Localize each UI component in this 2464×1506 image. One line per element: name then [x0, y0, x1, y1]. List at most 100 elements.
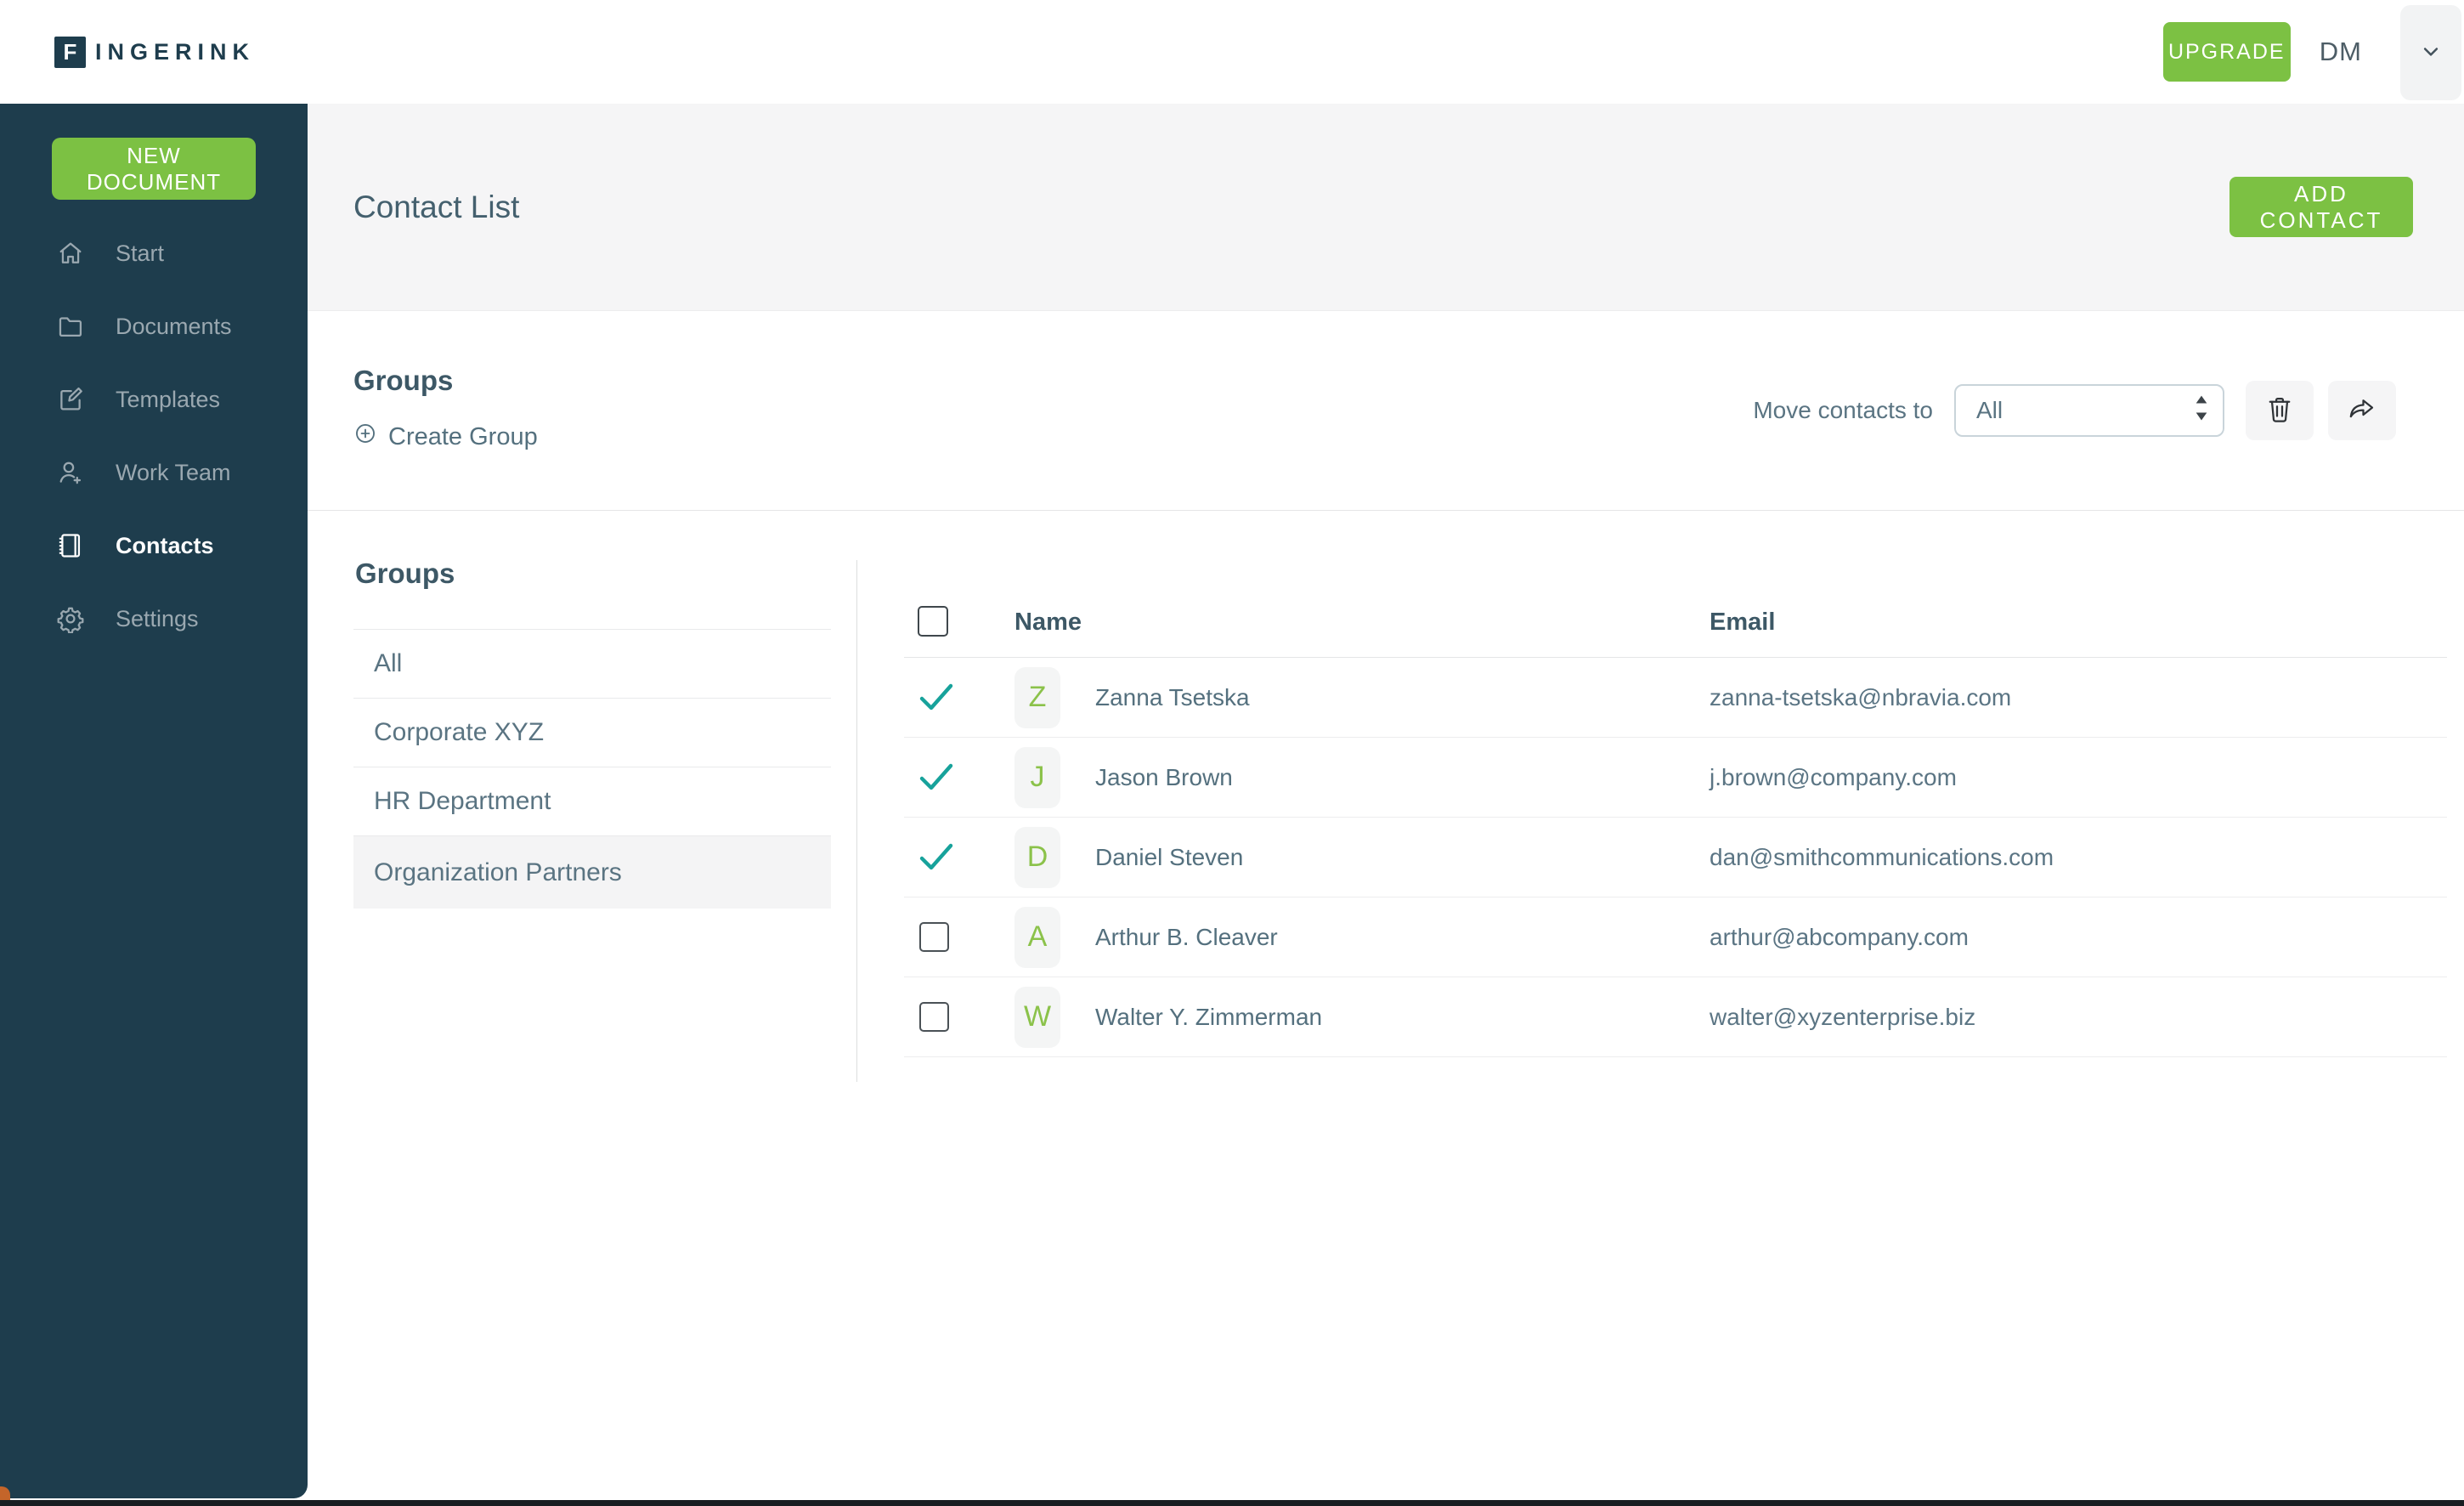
- sidebar-item-label: Settings: [116, 605, 199, 631]
- checkmark-icon[interactable]: [918, 681, 955, 715]
- row-checkbox[interactable]: [919, 922, 949, 952]
- row-check-cell: [918, 922, 1014, 952]
- window-bottom-edge: [0, 1500, 2464, 1506]
- avatar-cell: J: [1014, 746, 1095, 808]
- groups-toolbar-right: Move contacts to All: [1753, 381, 2396, 440]
- avatar-cell: Z: [1014, 666, 1095, 728]
- contact-name: Zanna Tsetska: [1095, 683, 1250, 711]
- address-book-icon: [56, 531, 85, 560]
- topbar-right: UPGRADE DM: [2162, 22, 2362, 82]
- contacts-section: Groups All Corporate XYZ HR Department O…: [308, 511, 2464, 1497]
- group-item-corporate-xyz[interactable]: Corporate XYZ: [353, 699, 831, 767]
- contact-name: Daniel Steven: [1095, 843, 1244, 870]
- topbar: F INGERINK UPGRADE DM: [0, 0, 2464, 104]
- avatar: Z: [1014, 666, 1060, 728]
- user-plus-icon: [56, 458, 85, 487]
- table-row: Z Zanna Tsetska zanna-tsetska@nbravia.co…: [904, 658, 2447, 738]
- checkmark-icon[interactable]: [918, 841, 955, 875]
- trash-icon: [2264, 394, 2295, 427]
- table-row: W Walter Y. Zimmerman walter@xyzenterpri…: [904, 977, 2447, 1057]
- move-contacts-label: Move contacts to: [1753, 397, 1933, 423]
- header-check-cell: [918, 606, 1014, 637]
- sidebar-item-label: Work Team: [116, 459, 231, 485]
- sidebar-item-documents[interactable]: Documents: [0, 290, 308, 363]
- contact-name: Jason Brown: [1095, 763, 1233, 790]
- gear-icon: [56, 604, 85, 633]
- avatar-cell: D: [1014, 826, 1095, 888]
- groups-toolbar-left: Groups Create Group: [353, 364, 538, 452]
- group-list: All Corporate XYZ HR Department Organiza…: [353, 629, 831, 909]
- move-target-select[interactable]: All: [1954, 384, 2224, 437]
- avatar: D: [1014, 826, 1060, 888]
- table-row: J Jason Brown j.brown@company.com: [904, 738, 2447, 818]
- table-row: D Daniel Steven dan@smithcommunications.…: [904, 818, 2447, 897]
- groups-panel: Groups All Corporate XYZ HR Department O…: [353, 558, 831, 909]
- add-contact-button[interactable]: ADD CONTACT: [2229, 177, 2413, 237]
- new-document-button[interactable]: NEW DOCUMENT: [52, 138, 256, 200]
- contact-name: Arthur B. Cleaver: [1095, 923, 1278, 950]
- select-spinner-icon: [2192, 392, 2211, 430]
- logo-text: INGERINK: [95, 38, 256, 65]
- table-header: Name Email: [904, 511, 2447, 658]
- row-checkbox[interactable]: [919, 1002, 949, 1032]
- name-column-header: Name: [1014, 609, 1082, 636]
- logo-letter-icon: F: [54, 36, 86, 68]
- contact-email: dan@smithcommunications.com: [1710, 843, 2054, 870]
- account-menu-button[interactable]: [2400, 5, 2461, 100]
- row-check-cell: [918, 681, 1014, 715]
- create-group-link[interactable]: Create Group: [353, 422, 538, 452]
- home-icon: [56, 239, 85, 268]
- email-column-header: Email: [1710, 609, 1776, 636]
- groups-title: Groups: [353, 365, 454, 396]
- share-contacts-button[interactable]: [2328, 381, 2396, 440]
- sidebar-item-start[interactable]: Start: [0, 217, 308, 290]
- group-item-organization-partners[interactable]: Organization Partners: [353, 836, 831, 909]
- avatar: W: [1014, 986, 1060, 1048]
- upgrade-button[interactable]: UPGRADE: [2162, 22, 2291, 82]
- move-target-value: All: [1976, 397, 2003, 423]
- main-content: Contact List ADD CONTACT Groups Create G…: [308, 104, 2464, 1500]
- row-check-cell: [918, 761, 1014, 795]
- contact-name: Walter Y. Zimmerman: [1095, 1003, 1323, 1030]
- page-header-band: Contact List ADD CONTACT: [308, 104, 2464, 311]
- contacts-table: Name Email Z Zanna Tsetska zanna-tsetska…: [857, 511, 2464, 1497]
- avatar: J: [1014, 746, 1060, 808]
- sidebar-nav: Start Documents Templates Work Team Cont…: [0, 217, 308, 655]
- delete-contacts-button[interactable]: [2246, 381, 2314, 440]
- sidebar-item-label: Documents: [116, 313, 232, 339]
- contact-email: arthur@abcompany.com: [1710, 923, 1969, 950]
- groups-panel-title: Groups: [355, 558, 455, 589]
- app-root: F INGERINK UPGRADE DM NEW DOCUMENT Start: [0, 0, 2464, 1506]
- group-item-hr-department[interactable]: HR Department: [353, 767, 831, 836]
- avatar-cell: W: [1014, 986, 1095, 1048]
- chevron-down-icon: [2418, 38, 2444, 68]
- groups-toolbar: Groups Create Group Move contacts to All: [308, 311, 2464, 511]
- row-check-cell: [918, 841, 1014, 875]
- user-initials[interactable]: DM: [2320, 37, 2362, 67]
- avatar: A: [1014, 906, 1060, 968]
- fingerink-logo[interactable]: F INGERINK: [54, 36, 256, 68]
- checkmark-icon[interactable]: [918, 761, 955, 795]
- sidebar-item-label: Start: [116, 240, 165, 266]
- row-check-cell: [918, 1002, 1014, 1032]
- page-title: Contact List: [353, 189, 520, 224]
- sidebar-item-contacts[interactable]: Contacts: [0, 509, 308, 582]
- select-all-checkbox[interactable]: [918, 606, 948, 637]
- sidebar-item-settings[interactable]: Settings: [0, 582, 308, 655]
- contact-email: j.brown@company.com: [1710, 763, 1957, 790]
- group-item-all[interactable]: All: [353, 630, 831, 699]
- table-row: A Arthur B. Cleaver arthur@abcompany.com: [904, 897, 2447, 977]
- create-group-label: Create Group: [388, 422, 538, 450]
- folder-icon: [56, 312, 85, 341]
- contact-email: zanna-tsetska@nbravia.com: [1710, 683, 2012, 711]
- share-forward-icon: [2347, 394, 2377, 427]
- sidebar-item-work-team[interactable]: Work Team: [0, 436, 308, 509]
- plus-circle-icon: [353, 422, 377, 452]
- sidebar-item-templates[interactable]: Templates: [0, 363, 308, 436]
- edit-icon: [56, 385, 85, 414]
- contact-email: walter@xyzenterprise.biz: [1710, 1003, 1976, 1030]
- sidebar: NEW DOCUMENT Start Documents Templates W…: [0, 104, 308, 1498]
- avatar-cell: A: [1014, 906, 1095, 968]
- bulk-action-buttons: [2246, 381, 2396, 440]
- sidebar-item-label: Contacts: [116, 532, 214, 558]
